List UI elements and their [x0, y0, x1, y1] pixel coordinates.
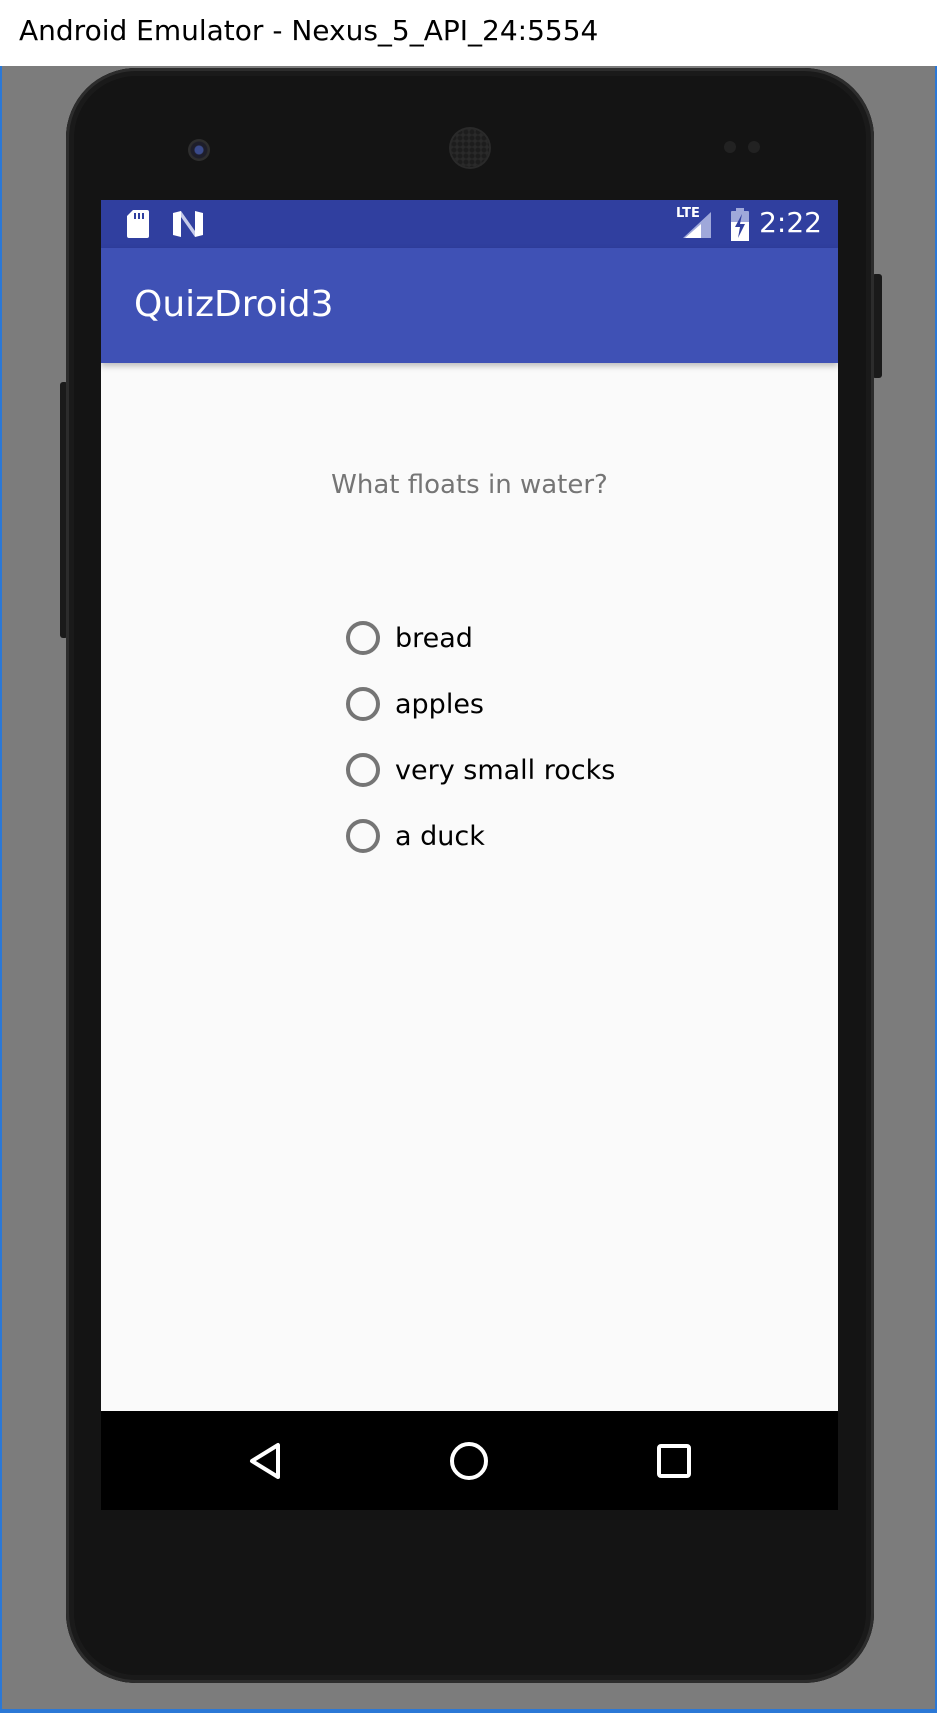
radio-button[interactable] — [346, 687, 380, 721]
back-icon — [250, 1442, 280, 1479]
device-screen: LTE 2:22 QuizDroid3 What floats in water… — [101, 200, 838, 1510]
lte-signal-icon — [683, 212, 711, 238]
emulator-window: Android Emulator - Nexus_5_API_24:5554 L… — [0, 0, 937, 1713]
answer-option-apples[interactable]: apples — [346, 671, 615, 737]
radio-button[interactable] — [346, 819, 380, 853]
status-bar: LTE 2:22 — [101, 200, 838, 248]
answer-radio-group: bread apples very small rocks a duck — [346, 605, 615, 869]
phone-frame: LTE 2:22 QuizDroid3 What floats in water… — [66, 68, 874, 1683]
question-text: What floats in water? — [331, 470, 608, 500]
window-border-bottom — [0, 1709, 937, 1713]
window-border-left — [0, 66, 2, 1713]
answer-option-very-small-rocks[interactable]: very small rocks — [346, 737, 615, 803]
radio-button[interactable] — [346, 753, 380, 787]
proximity-sensor-icon — [724, 141, 736, 153]
sd-card-icon — [127, 210, 149, 238]
answer-label: apples — [395, 688, 485, 720]
light-sensor-icon — [748, 141, 760, 153]
earpiece-speaker-icon — [451, 129, 489, 167]
home-button[interactable] — [424, 1411, 514, 1510]
home-icon — [450, 1441, 488, 1480]
navigation-bar — [101, 1411, 838, 1510]
answer-option-a-duck[interactable]: a duck — [346, 803, 615, 869]
app-title: QuizDroid3 — [134, 284, 334, 325]
n-logo-icon — [173, 211, 203, 237]
recents-button[interactable] — [629, 1411, 719, 1510]
answer-label: bread — [395, 622, 473, 654]
answer-label: a duck — [395, 820, 485, 852]
recents-icon — [657, 1443, 691, 1478]
front-camera-icon — [188, 139, 210, 161]
window-titlebar[interactable]: Android Emulator - Nexus_5_API_24:5554 — [0, 0, 937, 66]
radio-button[interactable] — [346, 621, 380, 655]
answer-label: very small rocks — [395, 754, 616, 786]
back-button[interactable] — [221, 1411, 311, 1510]
answer-option-bread[interactable]: bread — [346, 605, 615, 671]
status-time: 2:22 — [759, 206, 822, 239]
window-title: Android Emulator - Nexus_5_API_24:5554 — [19, 14, 599, 47]
battery-charging-icon — [731, 208, 749, 241]
app-bar: QuizDroid3 — [101, 248, 838, 363]
